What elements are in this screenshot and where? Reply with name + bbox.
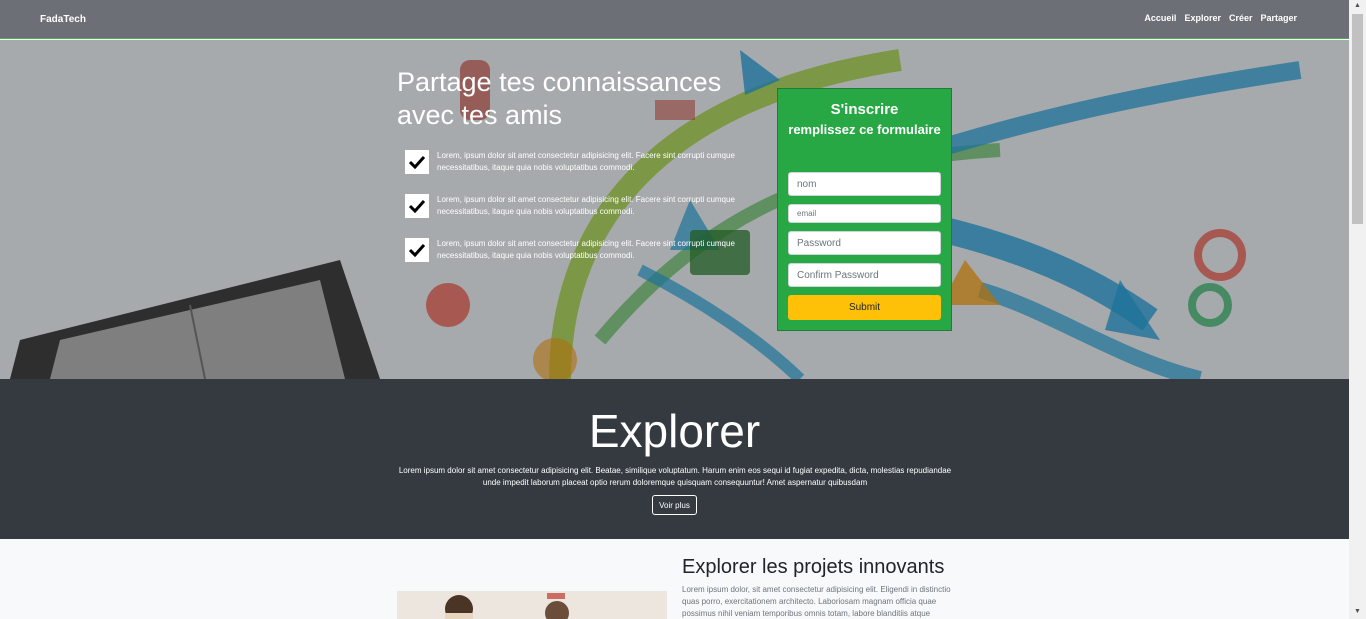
email-input[interactable]: email — [788, 204, 941, 223]
confirm-password-input[interactable]: Confirm Password — [788, 263, 941, 287]
feature-text: Lorem, ipsum dolor sit amet consectetur … — [437, 239, 735, 260]
checkmark-icon — [405, 194, 429, 218]
brand-logo[interactable]: FadaTech — [40, 14, 86, 25]
explorer-text: Lorem ipsum dolor sit amet consectetur a… — [398, 466, 952, 487]
scroll-up-icon[interactable]: ▲ — [1353, 2, 1362, 11]
explorer-title: Explorer — [588, 405, 761, 457]
feature-item: Lorem, ipsum dolor sit amet consectetur … — [405, 150, 745, 174]
nav-link-partager[interactable]: Partager — [1260, 13, 1297, 23]
password-input[interactable]: Password — [788, 231, 941, 255]
feature-item: Lorem, ipsum dolor sit amet consectetur … — [405, 194, 745, 218]
projects-section: Explorer les projets innovants Lorem ips… — [0, 539, 1349, 619]
signup-subtitle: remplissez ce formulaire — [788, 122, 941, 137]
signup-title: S'inscrire — [830, 101, 899, 118]
page-scrollbar[interactable]: ▲ ▼ — [1349, 0, 1366, 619]
scroll-down-icon[interactable]: ▼ — [1353, 608, 1362, 617]
nav-link-explorer[interactable]: Explorer — [1184, 13, 1221, 23]
hero-title: Partage tes connaissances avec tes amis — [397, 67, 722, 130]
hero-section: Partage tes connaissances avec tes amis … — [0, 40, 1349, 379]
voir-plus-button[interactable]: Voir plus — [652, 495, 697, 515]
nav-links: Accueil Explorer Créer Partager — [1144, 13, 1297, 23]
explorer-section: Explorer Lorem ipsum dolor sit amet cons… — [0, 379, 1349, 539]
nav-link-creer[interactable]: Créer — [1229, 13, 1253, 23]
checkmark-icon — [405, 238, 429, 262]
projects-title: Explorer les projets innovants — [682, 556, 945, 578]
projects-text: Lorem ipsum dolor, sit amet consectetur … — [682, 585, 951, 618]
scrollbar-thumb[interactable] — [1352, 14, 1363, 224]
feature-text: Lorem, ipsum dolor sit amet consectetur … — [437, 195, 735, 216]
name-input[interactable]: nom — [788, 172, 941, 196]
projects-image — [397, 591, 667, 619]
feature-item: Lorem, ipsum dolor sit amet consectetur … — [405, 238, 745, 262]
navbar: FadaTech Accueil Explorer Créer Partager — [0, 0, 1349, 39]
checkmark-icon — [405, 150, 429, 174]
signup-form: S'inscrire remplissez ce formulaire nom … — [777, 88, 952, 331]
submit-button[interactable]: Submit — [788, 295, 941, 320]
feature-text: Lorem, ipsum dolor sit amet consectetur … — [437, 151, 735, 172]
nav-link-accueil[interactable]: Accueil — [1144, 13, 1176, 23]
